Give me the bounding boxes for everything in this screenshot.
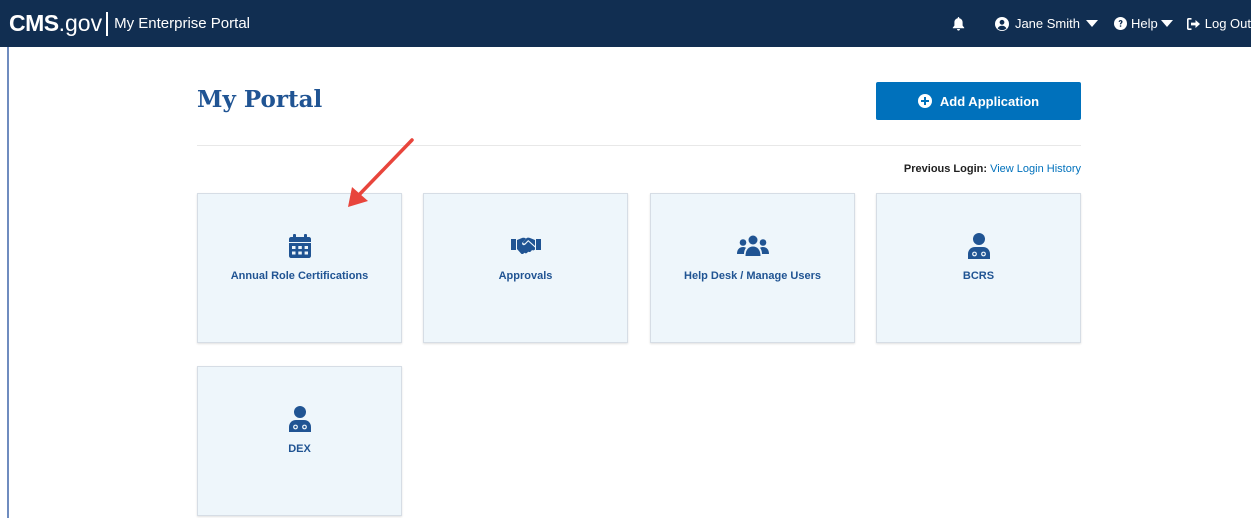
user-circle-icon bbox=[994, 16, 1009, 31]
tile-dex[interactable]: DEX bbox=[197, 366, 402, 516]
window-left-edge bbox=[0, 0, 9, 518]
brand-separator bbox=[106, 11, 109, 36]
chevron-down-icon bbox=[1160, 20, 1173, 27]
tile-label: Approvals bbox=[498, 270, 553, 282]
chevron-down-icon bbox=[1085, 20, 1098, 27]
question-circle-icon bbox=[1113, 17, 1127, 30]
calendar-icon bbox=[288, 234, 311, 258]
annotation-arrow-icon bbox=[348, 138, 414, 207]
plus-circle-icon bbox=[917, 94, 932, 108]
tile-icon-wrapper bbox=[288, 405, 311, 433]
user-dropdown[interactable]: Jane Smith bbox=[994, 16, 1098, 31]
tile-icon-wrapper bbox=[967, 232, 990, 260]
tile-approvals[interactable]: Approvals bbox=[423, 193, 628, 343]
brand-logo[interactable]: CMS .gov My Enterprise Portal bbox=[0, 0, 250, 47]
view-login-history-link[interactable]: View Login History bbox=[990, 163, 1081, 175]
add-application-label: Add Application bbox=[939, 93, 1040, 109]
user-menu-area: Jane Smith Help Log Out bbox=[938, 0, 1251, 47]
handshake-icon bbox=[510, 237, 541, 255]
logout-button[interactable]: Log Out bbox=[1186, 16, 1251, 31]
tile-label: DEX bbox=[288, 443, 311, 455]
tile-bcrs[interactable]: BCRS bbox=[876, 193, 1081, 343]
notifications-button[interactable] bbox=[952, 16, 965, 31]
tile-label: BCRS bbox=[962, 270, 995, 282]
doctor-icon bbox=[967, 233, 990, 259]
tile-icon-wrapper bbox=[288, 232, 311, 260]
top-navigation-bar: CMS .gov My Enterprise Portal Jane Smith … bbox=[0, 0, 1251, 47]
previous-login-label: Previous Login: bbox=[903, 163, 988, 175]
previous-login: Previous Login: View Login History bbox=[904, 163, 1081, 175]
sign-out-icon bbox=[1186, 17, 1200, 30]
help-label: Help bbox=[1130, 16, 1158, 31]
brand-gov-text: .gov bbox=[58, 10, 103, 36]
tile-label: Help Desk / Manage Users bbox=[684, 270, 821, 282]
users-icon bbox=[736, 235, 769, 256]
page-title: My Portal bbox=[197, 86, 323, 113]
header-divider bbox=[197, 145, 1081, 146]
logout-label: Log Out bbox=[1204, 16, 1251, 31]
user-name: Jane Smith bbox=[1014, 16, 1080, 31]
tile-icon-wrapper bbox=[510, 232, 541, 260]
bell-icon bbox=[952, 16, 965, 31]
doctor-icon bbox=[288, 406, 311, 432]
brand-cms-text: CMS bbox=[9, 10, 59, 36]
tile-annual-role-certifications[interactable]: Annual Role Certifications bbox=[197, 193, 402, 343]
tile-label: Annual Role Certifications bbox=[230, 270, 369, 282]
help-dropdown[interactable]: Help bbox=[1113, 16, 1173, 31]
add-application-button[interactable]: Add Application bbox=[876, 82, 1081, 120]
tile-icon-wrapper bbox=[736, 232, 769, 260]
tile-help-desk-manage-users[interactable]: Help Desk / Manage Users bbox=[650, 193, 855, 343]
portal-name: My Enterprise Portal bbox=[114, 15, 250, 32]
